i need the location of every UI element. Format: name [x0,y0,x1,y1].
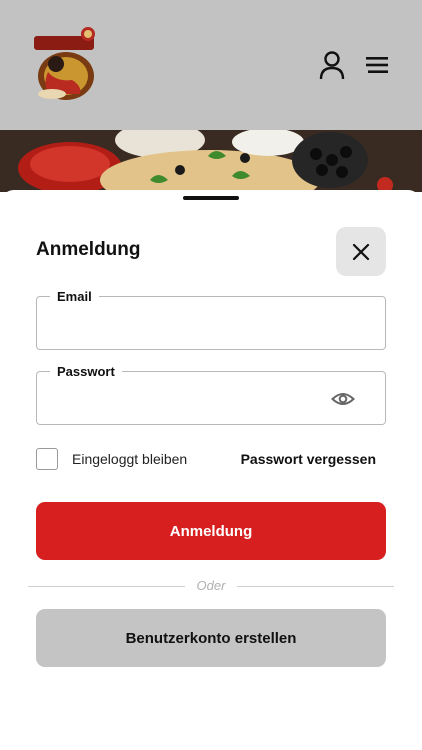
password-label: Passwort [50,364,122,380]
user-icon[interactable] [318,50,346,80]
create-account-button[interactable]: Benutzerkonto erstellen [36,609,386,667]
email-field[interactable]: Email [36,289,386,350]
close-button[interactable] [336,227,386,276]
email-label: Email [50,289,99,305]
restaurant-logo[interactable] [30,24,98,104]
login-sheet: Anmeldung Email Passwort Eingeloggt blei… [0,190,422,750]
divider-line-left [28,586,185,587]
password-field[interactable]: Passwort [36,364,386,425]
login-title: Anmeldung [36,239,141,260]
remember-label[interactable]: Eingeloggt bleiben [72,451,187,467]
eye-icon[interactable] [331,390,355,408]
password-input[interactable] [51,386,321,412]
divider-text: Oder [196,578,226,593]
forgot-password-link[interactable]: Passwort vergessen [241,451,376,467]
header [0,0,422,130]
close-icon [352,243,370,260]
menu-icon[interactable] [363,54,391,76]
email-input[interactable] [51,311,321,337]
remember-row: Eingeloggt bleiben Passwort vergessen [36,448,386,472]
divider-line-right [237,586,394,587]
drag-handle[interactable] [183,196,239,200]
remember-checkbox[interactable] [36,448,58,470]
food-banner-image [0,130,422,192]
login-button[interactable]: Anmeldung [36,502,386,560]
